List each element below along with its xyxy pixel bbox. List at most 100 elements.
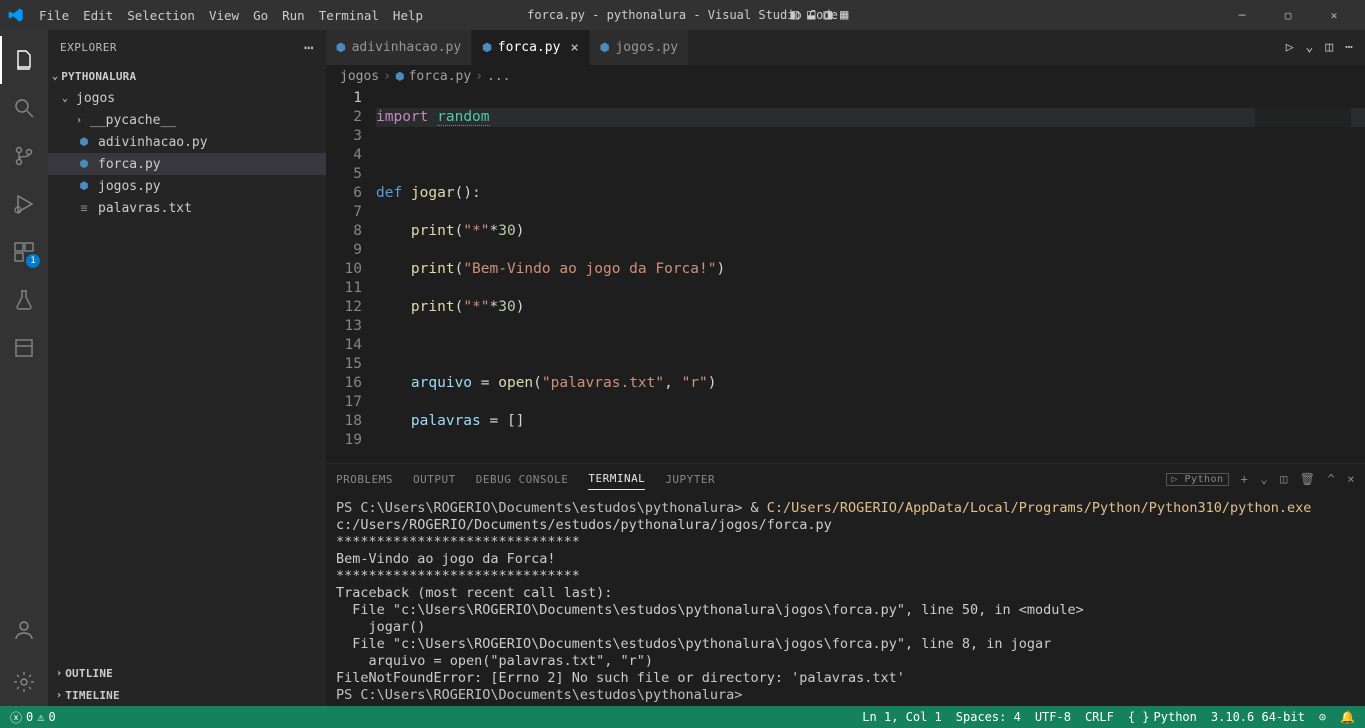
project-header[interactable]: ⌄ PYTHONALURA (48, 65, 326, 87)
tree-file-forca[interactable]: ⬢forca.py (48, 153, 326, 175)
close-panel-icon[interactable]: × (1347, 468, 1355, 490)
menu-help[interactable]: Help (386, 8, 430, 23)
python-file-icon: ⬢ (76, 134, 92, 150)
editor-tabs: ⬢adivinhacao.py ⬢ forca.py × ⬢jogos.py ▷ ⌄… (326, 30, 1365, 65)
explorer-more-icon[interactable]: ⋯ (304, 38, 314, 57)
editor-area: ⬢adivinhacao.py ⬢ forca.py × ⬢jogos.py ▷ ⌄… (326, 30, 1365, 706)
status-broadcast-icon[interactable]: ⊙ (1319, 710, 1326, 724)
status-encoding[interactable]: UTF-8 (1035, 710, 1071, 724)
folder-label: jogos (76, 91, 115, 106)
python-file-icon: ⬢ (336, 41, 346, 54)
tree-folder-jogos[interactable]: ⌄jogos (48, 87, 326, 109)
panel-tab-output[interactable]: OUTPUT (413, 469, 456, 490)
explorer-sidebar: EXPLORER ⋯ ⌄ PYTHONALURA ⌄jogos ›__pycac… (48, 30, 326, 706)
activity-extensions[interactable]: 1 (0, 228, 48, 276)
activity-source-control[interactable] (0, 132, 48, 180)
folder-label: __pycache__ (90, 113, 176, 128)
code-editor[interactable]: 12345678910111213141516171819 import ran… (326, 87, 1365, 463)
chevron-right-icon: › (76, 115, 90, 126)
bottom-panel: PROBLEMS OUTPUT DEBUG CONSOLE TERMINAL J… (326, 463, 1365, 706)
gear-icon (12, 670, 36, 694)
status-lncol[interactable]: Ln 1, Col 1 (862, 710, 941, 724)
activity-search[interactable] (0, 84, 48, 132)
chevron-down-icon: ⌄ (62, 93, 76, 104)
run-dropdown-icon[interactable]: ⌄ (1306, 40, 1314, 55)
chevron-right-icon: › (56, 668, 62, 679)
activity-account[interactable] (0, 606, 48, 654)
menu-terminal[interactable]: Terminal (312, 8, 386, 23)
menu-view[interactable]: View (202, 8, 246, 23)
explorer-header: EXPLORER ⋯ (48, 30, 326, 65)
split-editor-icon[interactable]: ◫ (1325, 40, 1333, 55)
tab-jogos[interactable]: ⬢jogos.py (590, 30, 689, 65)
beaker-icon (12, 288, 36, 312)
run-file-icon[interactable]: ▷ (1286, 40, 1294, 55)
code-content[interactable]: import random def jogar(): print("*"*30)… (376, 87, 1365, 463)
menu-go[interactable]: Go (246, 8, 275, 23)
kill-terminal-icon[interactable]: 🗑 (1300, 468, 1316, 490)
editor-more-icon[interactable]: ⋯ (1345, 40, 1353, 55)
file-label: palavras.txt (98, 201, 192, 216)
tab-forca[interactable]: ⬢forca.py× (472, 30, 590, 65)
panel-tab-terminal[interactable]: TERMINAL (588, 468, 645, 490)
breadcrumb-item[interactable]: forca.py (409, 69, 472, 84)
customize-layout-icon[interactable]: ▦ (840, 7, 848, 23)
activity-testing[interactable] (0, 276, 48, 324)
maximize-button[interactable]: ▢ (1265, 9, 1311, 22)
status-bell-icon[interactable]: 🔔 (1340, 710, 1355, 724)
status-errors[interactable]: ⓧ0⚠0 (10, 709, 56, 726)
timeline-section[interactable]: ›TIMELINE (48, 684, 326, 706)
status-interpreter[interactable]: 3.10.6 64-bit (1211, 710, 1305, 724)
terminal-shell-label[interactable]: ▷ Python (1166, 473, 1228, 486)
status-eol[interactable]: CRLF (1085, 710, 1114, 724)
warning-icon: ⚠ (37, 710, 44, 724)
debug-icon (12, 192, 36, 216)
close-tab-icon[interactable]: × (570, 40, 578, 56)
timeline-label: TIMELINE (65, 689, 120, 702)
tree-folder-pycache[interactable]: ›__pycache__ (48, 109, 326, 131)
tree-file-adivinhacao[interactable]: ⬢ adivinhacao.py (48, 131, 326, 153)
menu-run[interactable]: Run (275, 8, 312, 23)
chevron-down-icon: ⌄ (52, 71, 58, 82)
breadcrumb-item[interactable]: jogos (340, 69, 379, 84)
vscode-icon (8, 7, 24, 23)
activity-settings[interactable] (0, 658, 48, 706)
activity-jupyter[interactable] (0, 324, 48, 372)
terminal-output[interactable]: PS C:\Users\ROGERIO\Documents\estudos\py… (326, 494, 1365, 706)
tab-adivinhacao[interactable]: ⬢adivinhacao.py (326, 30, 472, 65)
panel-tabs: PROBLEMS OUTPUT DEBUG CONSOLE TERMINAL J… (326, 464, 1365, 494)
maximize-panel-icon[interactable]: ^ (1328, 468, 1336, 490)
panel-tab-debug[interactable]: DEBUG CONSOLE (476, 469, 569, 490)
minimap[interactable] (1255, 87, 1351, 463)
tree-file-jogos[interactable]: ⬢ jogos.py (48, 175, 326, 197)
new-terminal-icon[interactable]: + (1241, 468, 1249, 490)
menu-edit[interactable]: Edit (76, 8, 120, 23)
menu-selection[interactable]: Selection (120, 8, 202, 23)
terminal-dropdown-icon[interactable]: ⌄ (1260, 468, 1268, 490)
status-language[interactable]: { }Python (1128, 710, 1197, 724)
tree-file-palavras[interactable]: ≡palavras.txt (48, 197, 326, 219)
breadcrumb[interactable]: jogos› ⬢ forca.py› ... (326, 65, 1365, 87)
menu-file[interactable]: File (32, 8, 76, 23)
status-spaces[interactable]: Spaces: 4 (956, 710, 1021, 724)
close-button[interactable]: ✕ (1311, 9, 1357, 22)
file-label: jogos.py (98, 179, 161, 194)
split-terminal-icon[interactable]: ◫ (1280, 468, 1288, 490)
workbench: 1 EXPLORER ⋯ ⌄ PYTHONALURA ⌄jogos ›__pyc… (0, 30, 1365, 706)
minimize-button[interactable]: ─ (1219, 9, 1265, 22)
panel-tab-jupyter[interactable]: JUPYTER (665, 469, 715, 490)
activity-explorer[interactable] (0, 36, 48, 84)
branch-icon (12, 144, 36, 168)
search-icon (12, 96, 36, 120)
outline-section[interactable]: ›OUTLINE (48, 662, 326, 684)
sidebar-bottom-sections: ›OUTLINE ›TIMELINE (48, 662, 326, 706)
file-label: adivinhacao.py (98, 135, 208, 150)
activity-run-debug[interactable] (0, 180, 48, 228)
panel-tab-problems[interactable]: PROBLEMS (336, 469, 393, 490)
tab-label: forca.py (498, 40, 561, 55)
variables-icon (12, 336, 36, 360)
python-file-icon: ⬢ (76, 178, 92, 194)
breadcrumb-item[interactable]: ... (487, 69, 510, 84)
tab-label: jogos.py (615, 40, 678, 55)
titlebar: File Edit Selection View Go Run Terminal… (0, 0, 1365, 30)
